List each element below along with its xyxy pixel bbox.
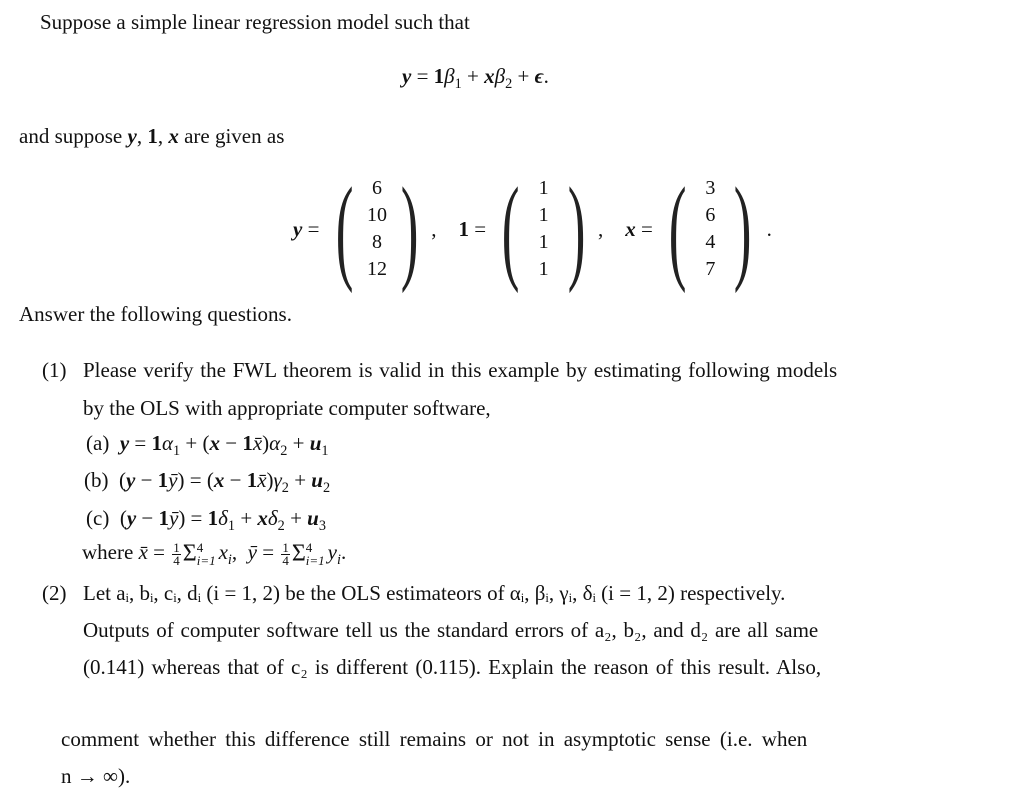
vector-y-entry: 10: [366, 204, 387, 226]
where-definitions: where x̄ = 1 4 Σ 4 i=1 xi, ȳ = 1 4 Σ 4 i=1 yi.: [82, 539, 347, 569]
model-c: (c) (y − 1ȳ) = 1δ1 + xδ2 + u3: [86, 506, 326, 535]
vector-one-label: 1: [458, 216, 470, 241]
q2-line4: comment whether this difference still re…: [61, 727, 808, 751]
q1-text-line1: Please verify the FWL theorem is valid i…: [83, 358, 838, 382]
intro-text: Suppose a simple linear regression model…: [40, 10, 470, 34]
given-prefix: and suppose: [19, 124, 123, 148]
vector-one: ( 1 1 1 1 ): [502, 163, 586, 294]
vector-y-entry: 8: [371, 231, 382, 253]
fraction: 14: [172, 539, 181, 568]
model-c-label: (c): [86, 506, 110, 530]
q2-line5: n → ∞).: [61, 764, 131, 788]
vector-y-label: y: [293, 216, 303, 241]
var-one: 1: [147, 124, 158, 148]
vector-x-label: x: [625, 216, 636, 241]
vector-one-entry: 1: [538, 177, 549, 199]
q1-number: (1): [42, 358, 67, 382]
model-a-label: (a): [86, 431, 110, 455]
var-y: y: [127, 124, 137, 148]
given-suffix: are given as: [184, 124, 285, 148]
q2-line2: Outputs of computer software tell us the…: [83, 618, 819, 642]
var-x: x: [168, 124, 179, 148]
model-b-label: (b): [84, 468, 109, 492]
vector-one-entry: 1: [538, 258, 549, 280]
vector-one-entry: 1: [538, 231, 549, 253]
answer-prompt: Answer the following questions.: [19, 302, 292, 326]
given-text: and suppose y, 1, x are given as: [19, 124, 285, 148]
vector-x-entry: 6: [705, 204, 716, 226]
q1-text-line2: by the OLS with appropriate computer sof…: [83, 396, 491, 420]
vector-y: ( 6 10 8 12 ): [335, 163, 419, 294]
fraction: 14: [281, 539, 290, 568]
model-equation: y = 1β1 + xβ2 + ϵ.: [402, 64, 549, 93]
sum-symbol: Σ: [182, 540, 197, 567]
vector-y-entry: 12: [366, 258, 387, 280]
vector-x-entry: 7: [705, 258, 716, 280]
q2-number: (2): [42, 581, 67, 605]
vector-y-entry: 6: [371, 177, 382, 199]
vector-x-entry: 4: [705, 231, 716, 253]
vector-x: ( 3 6 4 7 ): [668, 163, 752, 294]
model-b: (b) (y − 1ȳ) = (x − 1x̄)γ2 + u2: [84, 468, 331, 497]
vectors-display: y = ( 6 10 8 12 ) , 1 = ( 1 1 1 1 ) , x …: [293, 163, 772, 294]
where-label: where: [82, 540, 134, 564]
model-a: (a) y = 1α1 + (x − 1x̄)α2 + u1: [86, 431, 329, 460]
q2-line1: Let aᵢ, bᵢ, cᵢ, dᵢ (i = 1, 2) be the OLS…: [83, 581, 786, 605]
vector-one-entry: 1: [538, 204, 549, 226]
q2-line3: (0.141) whereas that of c₂ is different …: [83, 655, 822, 679]
sum-symbol: Σ: [291, 540, 306, 567]
vector-x-entry: 3: [705, 177, 716, 199]
